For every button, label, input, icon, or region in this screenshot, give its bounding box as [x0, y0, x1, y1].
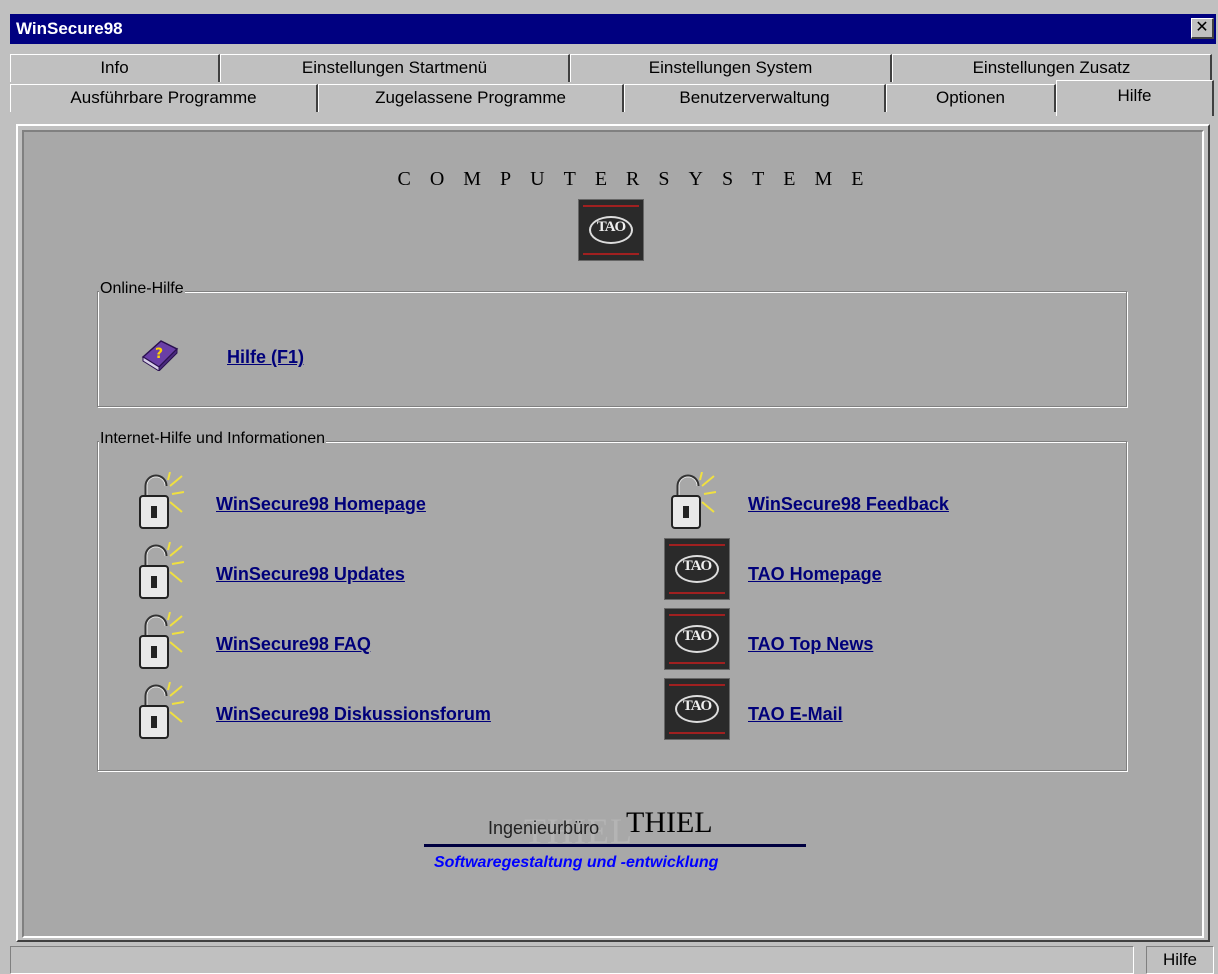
panel-content: COMPUTERSYSTEME TAO Online-Hilfe ? Hilfe…	[22, 130, 1204, 938]
tab-einstellungen-system[interactable]: Einstellungen System	[570, 54, 892, 82]
tao-icon-text: TAO	[682, 628, 712, 644]
tab-panel-hilfe: COMPUTERSYSTEME TAO Online-Hilfe ? Hilfe…	[16, 124, 1210, 942]
online-help-legend: Online-Hilfe	[99, 280, 185, 298]
status-hilfe: Hilfe	[1146, 946, 1214, 974]
close-button[interactable]: ✕	[1191, 18, 1214, 39]
tab-benutzerverwaltung[interactable]: Benutzerverwaltung	[624, 84, 886, 112]
tab-einstellungen-zusatz[interactable]: Einstellungen Zusatz	[892, 54, 1212, 82]
tao-icon-text: TAO	[682, 558, 712, 574]
tab-info[interactable]: Info	[10, 54, 220, 82]
internet-link-left-1[interactable]: WinSecure98 Updates	[216, 564, 405, 585]
tab-zugelassene-programme[interactable]: Zugelassene Programme	[318, 84, 624, 112]
tao-logo-icon[interactable]: TAO	[664, 678, 730, 740]
padlock-icon[interactable]	[134, 682, 184, 744]
tao-logo: TAO	[578, 199, 644, 261]
main-window: WinSecure98 ✕ Info Einstellungen Startme…	[10, 14, 1216, 974]
tab-row-1: Info Einstellungen Startmenü Einstellung…	[10, 54, 1216, 82]
help-book-icon[interactable]: ?	[137, 337, 181, 371]
tab-optionen[interactable]: Optionen	[886, 84, 1056, 112]
padlock-icon[interactable]	[134, 542, 184, 604]
brand-name: THIEL	[626, 806, 713, 839]
company-heading: COMPUTERSYSTEME	[397, 168, 883, 190]
tab-ausfuehrbare-programme[interactable]: Ausführbare Programme	[10, 84, 318, 112]
padlock-icon[interactable]	[134, 472, 184, 534]
window-title: WinSecure98	[16, 19, 123, 38]
brand-prefix: Ingenieurbüro	[488, 818, 600, 838]
internet-help-legend: Internet-Hilfe und Informationen	[99, 430, 327, 448]
internet-link-left-2[interactable]: WinSecure98 FAQ	[216, 634, 371, 655]
internet-link-right-3[interactable]: TAO E-Mail	[748, 704, 843, 725]
svg-text:?: ?	[155, 346, 163, 362]
internet-link-right-1[interactable]: TAO Homepage	[748, 564, 882, 585]
title-bar[interactable]: WinSecure98 ✕	[10, 14, 1216, 44]
online-help-group: Online-Hilfe ? Hilfe (F1)	[97, 280, 1128, 408]
tao-logo-icon[interactable]: TAO	[664, 608, 730, 670]
help-f1-link[interactable]: Hilfe (F1)	[227, 347, 304, 368]
internet-link-right-2[interactable]: TAO Top News	[748, 634, 873, 655]
thiel-brand: THIEL Ingenieurbüro THIEL Softwaregestal…	[424, 804, 806, 884]
padlock-icon[interactable]	[134, 612, 184, 674]
status-main	[10, 946, 1134, 974]
tao-icon-text: TAO	[682, 698, 712, 714]
internet-link-right-0[interactable]: WinSecure98 Feedback	[748, 494, 949, 515]
brand-tagline: Softwaregestaltung und -entwicklung	[434, 854, 719, 871]
tab-einstellungen-startmenue[interactable]: Einstellungen Startmenü	[220, 54, 570, 82]
tab-hilfe[interactable]: Hilfe	[1056, 80, 1214, 116]
status-bar: Hilfe	[10, 946, 1216, 974]
panel-outer-border: COMPUTERSYSTEME TAO Online-Hilfe ? Hilfe…	[16, 124, 1210, 942]
tao-logo-icon[interactable]: TAO	[664, 538, 730, 600]
padlock-icon[interactable]	[666, 472, 716, 534]
internet-link-left-3[interactable]: WinSecure98 Diskussionsforum	[216, 704, 491, 725]
tao-logo-text: TAO	[596, 219, 626, 235]
internet-link-left-0[interactable]: WinSecure98 Homepage	[216, 494, 426, 515]
brand-rule	[424, 844, 806, 847]
tab-row-2: Ausführbare Programme Zugelassene Progra…	[10, 80, 1216, 116]
